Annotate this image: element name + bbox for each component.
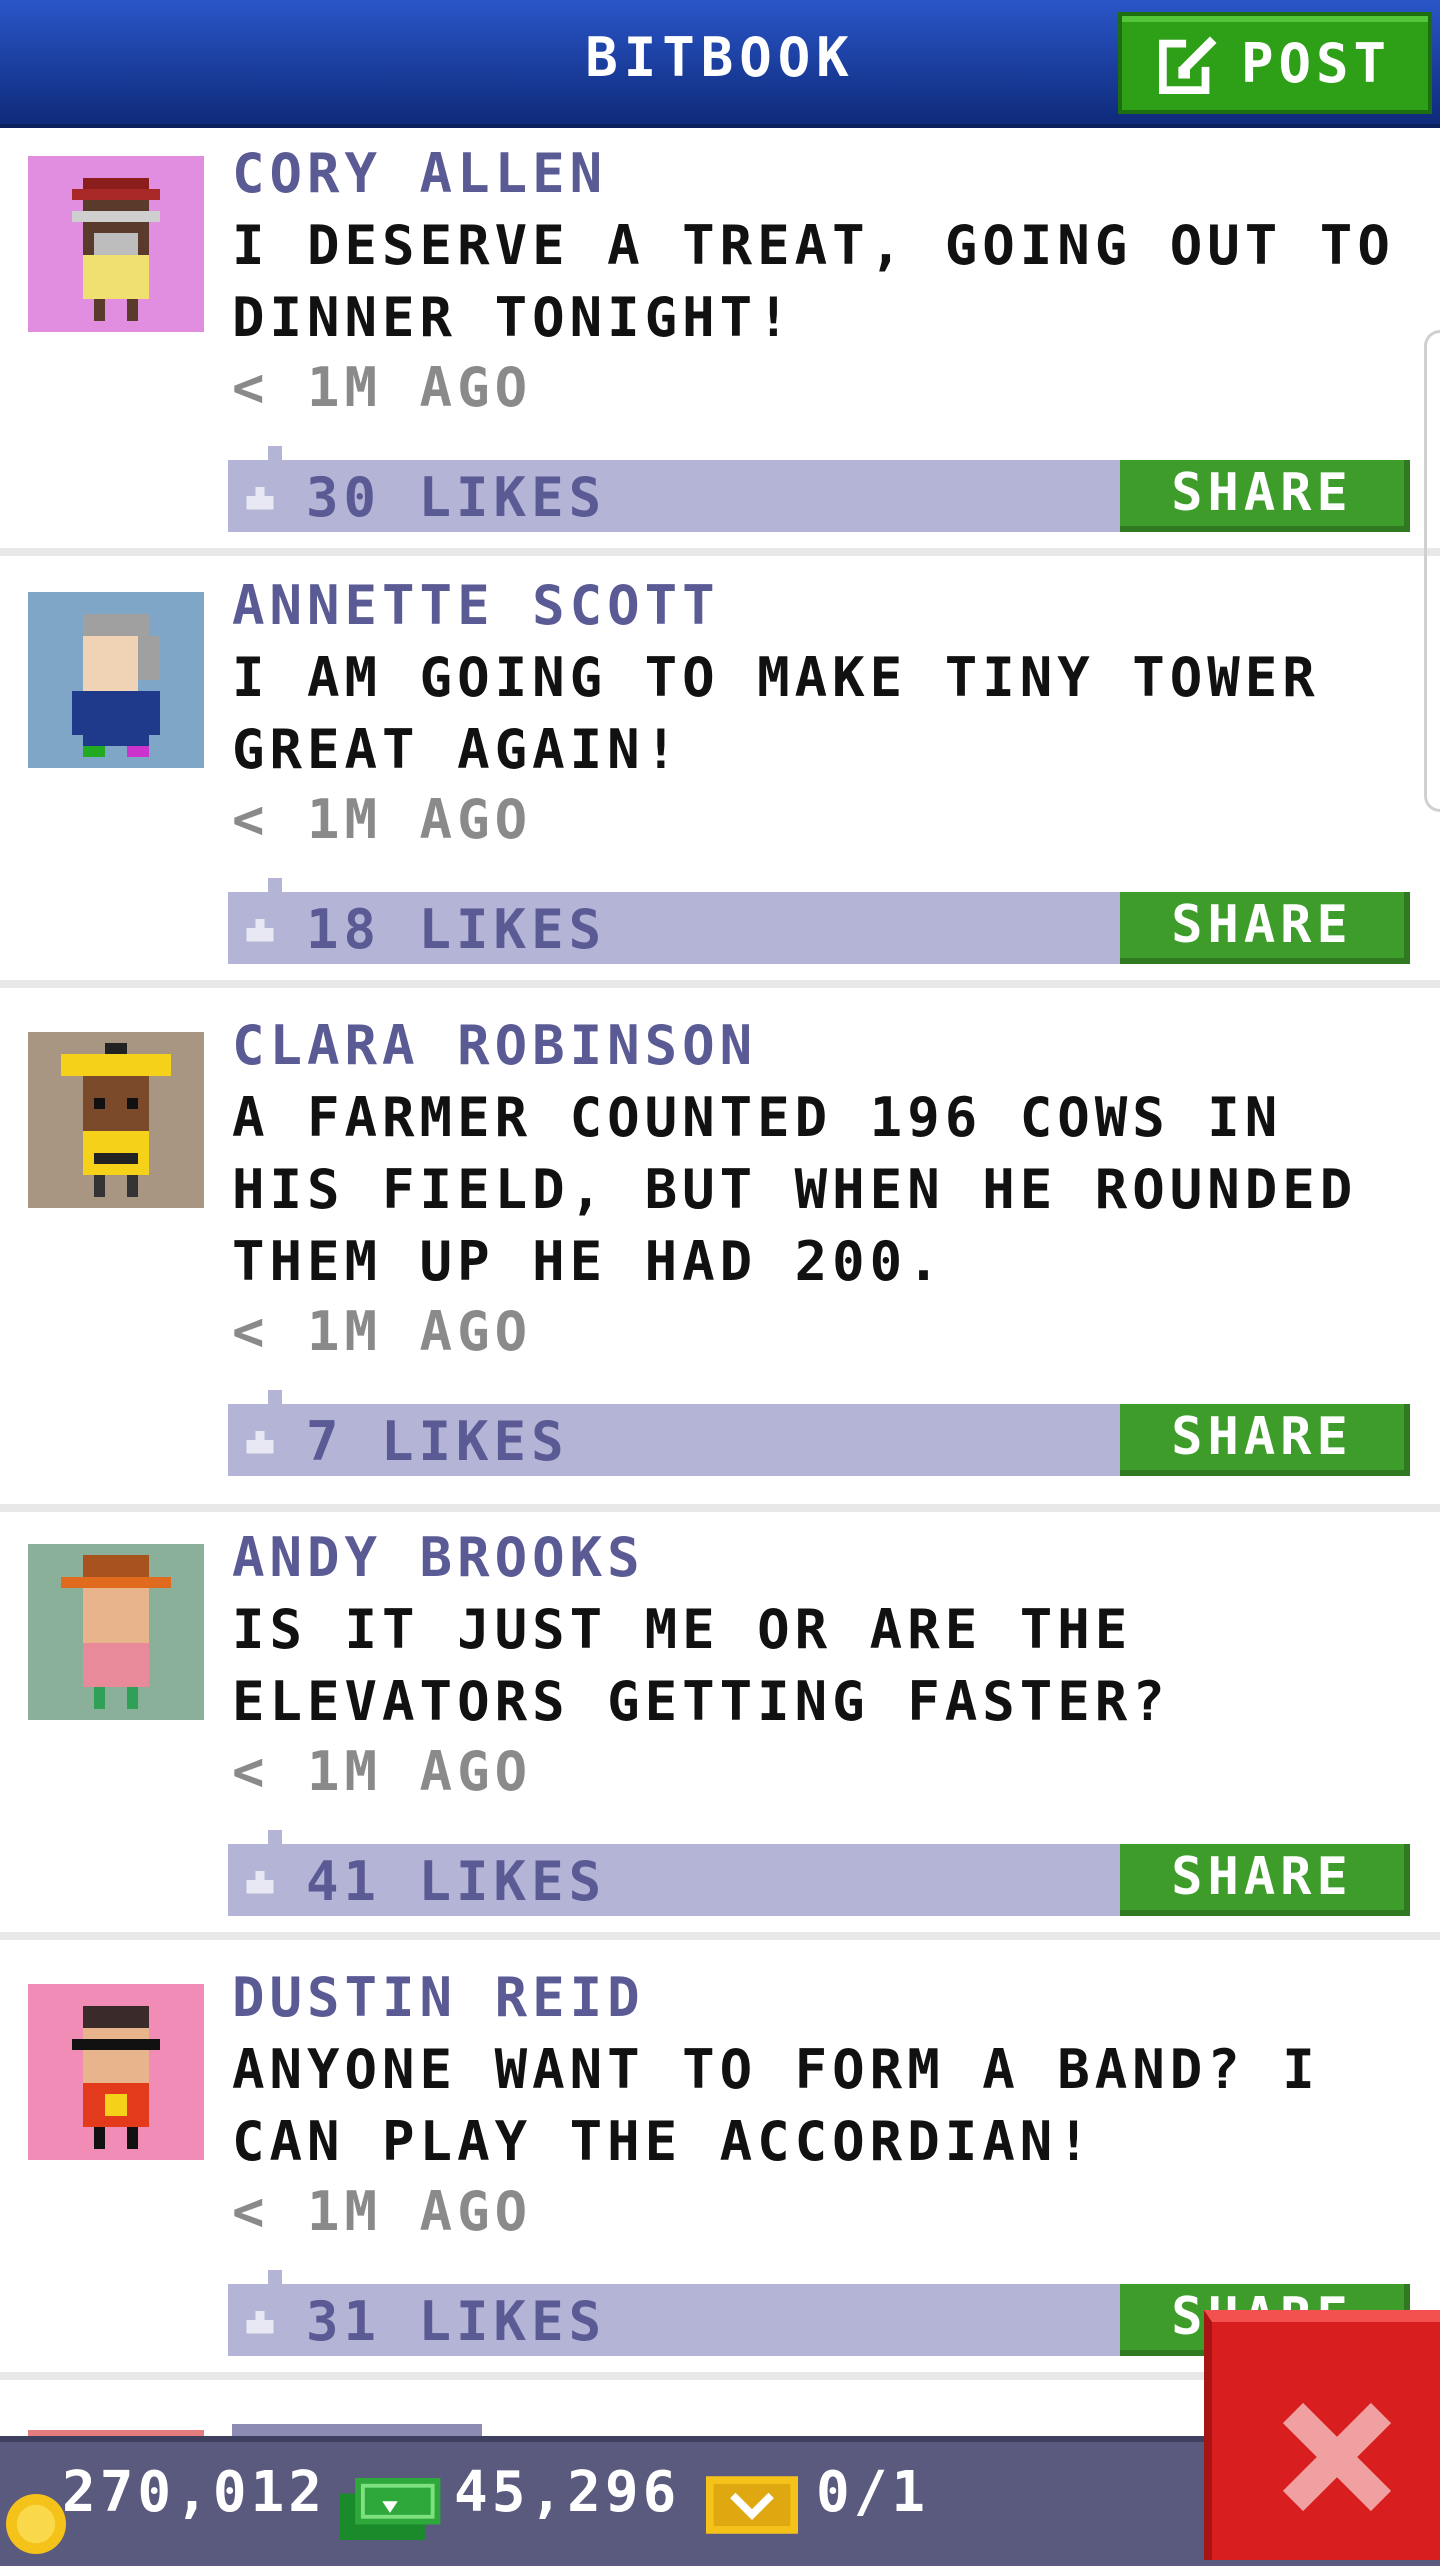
ticket-icon (706, 2476, 798, 2534)
coins-count: 270,012 (62, 2460, 327, 2525)
post-button-label: POST (1240, 31, 1392, 95)
likes-count: 30 LIKES (306, 466, 607, 529)
feed-post: CLARA ROBINSON A FARMER COUNTED 196 COWS… (0, 1000, 1440, 1512)
share-button[interactable]: SHARE (1120, 892, 1410, 964)
coin-icon (6, 2494, 66, 2554)
scroll-indicator[interactable] (1424, 330, 1440, 812)
post-message: I DESERVE A TREAT, GOING OUT TO DINNER T… (232, 214, 1395, 349)
tickets-count: 0/1 (816, 2460, 930, 2525)
avatar[interactable] (28, 1544, 204, 1720)
feed-post: ANNETTE SCOTT I AM GOING TO MAKE TINY TO… (0, 560, 1440, 988)
share-button[interactable]: SHARE (1120, 460, 1410, 532)
avatar[interactable] (28, 1032, 204, 1208)
feed-post: ANDY BROOKS IS IT JUST ME OR ARE THE ELE… (0, 1512, 1440, 1940)
likes-count: 41 LIKES (306, 1850, 607, 1913)
thumbs-up-icon (246, 919, 274, 942)
cash-icon (339, 2478, 441, 2540)
thumbs-up-icon (246, 1431, 274, 1454)
avatar-dustin-reid (28, 1984, 204, 2160)
avatar[interactable] (28, 156, 204, 332)
bux-count: 45,296 (454, 2460, 681, 2525)
post-time: < 1M AGO (232, 788, 533, 851)
like-bar-notch (268, 878, 282, 892)
post-message: I AM GOING TO MAKE TINY TOWER GREAT AGAI… (232, 646, 1320, 781)
post-author[interactable]: ANDY BROOKS (232, 1526, 645, 1589)
avatar-clara-robinson (28, 1032, 204, 1208)
thumbs-up-icon (246, 487, 274, 510)
thumbs-up-icon (246, 2311, 274, 2334)
post-author[interactable]: ANNETTE SCOTT (232, 574, 720, 637)
like-bar-notch (268, 1830, 282, 1844)
post-author[interactable]: CLARA ROBINSON (232, 1014, 757, 1077)
post-time: < 1M AGO (232, 356, 533, 419)
post-author[interactable]: CORY ALLEN (232, 142, 607, 205)
like-bar-notch (268, 446, 282, 460)
like-bar[interactable]: 18 LIKES SHARE (228, 878, 1410, 964)
avatar[interactable] (28, 592, 204, 768)
feed-post: CORY ALLEN I DESERVE A TREAT, GOING OUT … (0, 128, 1440, 556)
edit-icon (1158, 35, 1218, 94)
post-message: A FARMER COUNTED 196 COWS IN HIS FIELD, … (232, 1086, 1358, 1293)
close-button[interactable] (1204, 2310, 1440, 2560)
like-bar[interactable]: 30 LIKES SHARE (228, 446, 1410, 532)
avatar-annette-scott (28, 592, 204, 768)
avatar-cory-allen (28, 156, 204, 332)
post-message: IS IT JUST ME OR ARE THE ELEVATORS GETTI… (232, 1598, 1170, 1733)
share-button[interactable]: SHARE (1120, 1404, 1410, 1476)
likes-count: 7 LIKES (306, 1410, 569, 1473)
next-post-author-peek (232, 2424, 482, 2436)
app-header: BITBOOK POST (0, 0, 1440, 124)
like-bar-notch (268, 1390, 282, 1404)
thumbs-up-icon (246, 1871, 274, 1894)
avatar[interactable] (28, 1984, 204, 2160)
post-button[interactable]: POST (1118, 12, 1432, 114)
likes-count: 31 LIKES (306, 2290, 607, 2353)
like-bar-notch (268, 2270, 282, 2284)
post-message: ANYONE WANT TO FORM A BAND? I CAN PLAY T… (232, 2038, 1320, 2173)
post-author[interactable]: DUSTIN REID (232, 1966, 645, 2029)
post-time: < 1M AGO (232, 1740, 533, 1803)
like-bar[interactable]: 7 LIKES SHARE (228, 1390, 1410, 1476)
share-button[interactable]: SHARE (1120, 1844, 1410, 1916)
avatar-andy-brooks (28, 1544, 204, 1720)
post-time: < 1M AGO (232, 1300, 533, 1363)
like-bar[interactable]: 41 LIKES SHARE (228, 1830, 1410, 1916)
likes-count: 18 LIKES (306, 898, 607, 961)
post-time: < 1M AGO (232, 2180, 533, 2243)
close-icon (1282, 2402, 1392, 2512)
